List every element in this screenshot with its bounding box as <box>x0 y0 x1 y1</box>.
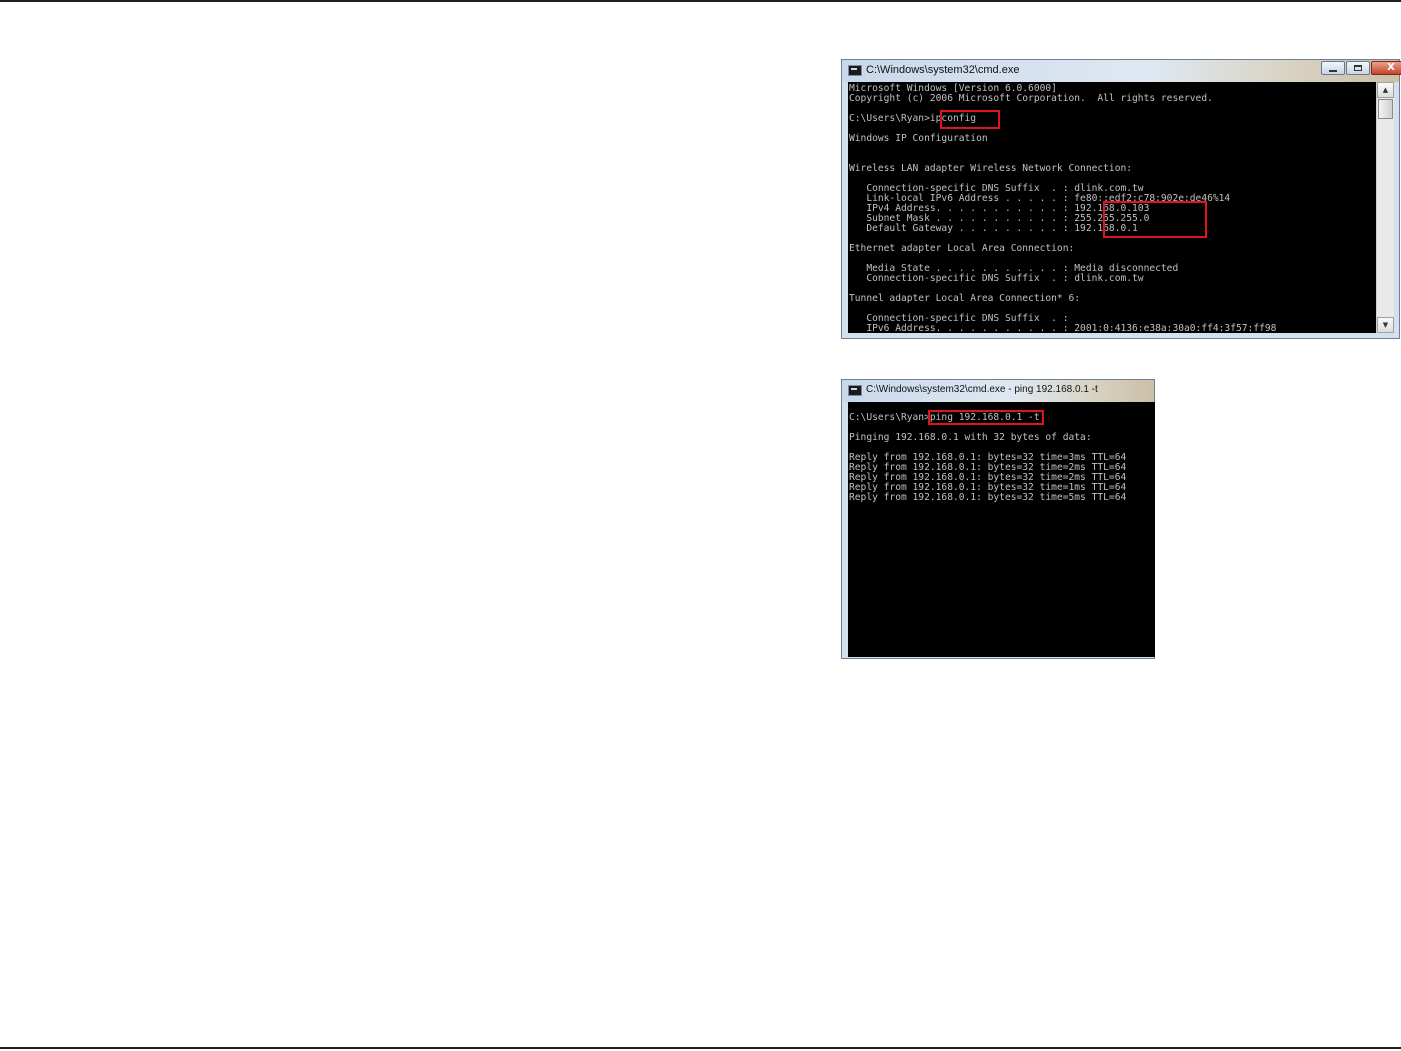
top-rule <box>0 0 1401 2</box>
console-line: Windows IP Configuration <box>849 133 988 144</box>
ipconfig-command-highlight <box>940 110 1000 129</box>
minimize-button[interactable] <box>1321 61 1345 75</box>
caption-buttons: X <box>1320 61 1401 75</box>
console-line: Copyright (c) 2006 Microsoft Corporation… <box>849 93 1213 104</box>
ipconfig-window-titlebar[interactable]: C:\Windows\system32\cmd.exe X <box>842 60 1401 82</box>
console-line: Connection-specific DNS Suffix . : dlink… <box>849 273 1144 284</box>
scroll-down-button[interactable]: ▼ <box>1377 317 1394 333</box>
close-button[interactable]: X <box>1371 61 1401 75</box>
scroll-thumb[interactable] <box>1378 99 1393 119</box>
console-line: IPv6 Address. . . . . . . . . . . : 2001… <box>849 323 1277 334</box>
ipconfig-cmd-window[interactable]: C:\Windows\system32\cmd.exe X Microsoft … <box>841 59 1401 339</box>
arrow-up-icon: ▲ <box>1382 86 1389 94</box>
console-lines: C:\Users\Ryan>ping 192.168.0.1 -t Pinging… <box>849 413 1126 503</box>
console-line: Ethernet adapter Local Area Connection: <box>849 243 1075 254</box>
scroll-up-button[interactable]: ▲ <box>1377 82 1394 98</box>
ping-command-highlight <box>928 410 1044 425</box>
maximize-icon <box>1354 65 1362 71</box>
minimize-icon <box>1329 70 1337 72</box>
ping-cmd-window[interactable]: C:\Windows\system32\cmd.exe - ping 192.1… <box>841 379 1155 659</box>
ip-settings-highlight <box>1103 201 1207 238</box>
ping-console-output: C:\Users\Ryan>ping 192.168.0.1 -t Pinging… <box>848 402 1155 657</box>
window-title: C:\Windows\system32\cmd.exe <box>866 64 1020 76</box>
console-line: Tunnel adapter Local Area Connection* 6: <box>849 293 1081 304</box>
bottom-rule <box>0 1047 1401 1049</box>
console-line: Wireless LAN adapter Wireless Network Co… <box>849 163 1133 174</box>
console-line: C:\Users\Ryan>ipconfig <box>849 113 977 124</box>
console-line: Pinging 192.168.0.1 with 32 bytes of dat… <box>849 432 1092 443</box>
maximize-button[interactable] <box>1346 61 1370 75</box>
cmd-icon <box>848 385 862 396</box>
console-lines: Microsoft Windows [Version 6.0.6000] Copy… <box>849 84 1277 334</box>
arrow-down-icon: ▼ <box>1382 321 1389 329</box>
cmd-icon <box>848 65 862 76</box>
console-line: Default Gateway . . . . . . . . . : 192.… <box>849 223 1138 234</box>
window-title: C:\Windows\system32\cmd.exe - ping 192.1… <box>866 384 1098 395</box>
vertical-scrollbar[interactable]: ▲ ▼ <box>1376 82 1394 333</box>
ping-window-titlebar[interactable]: C:\Windows\system32\cmd.exe - ping 192.1… <box>842 380 1154 402</box>
close-icon: X <box>1387 62 1395 73</box>
console-line: Reply from 192.168.0.1: bytes=32 time=5m… <box>849 492 1127 503</box>
